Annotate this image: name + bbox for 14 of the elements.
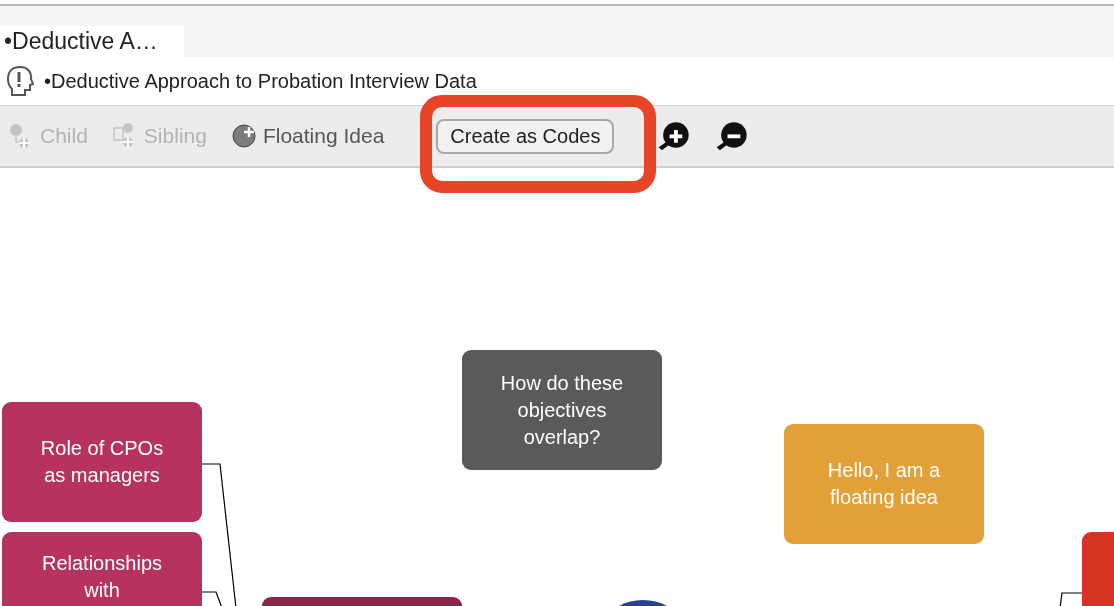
circle-plus-icon [230,122,257,150]
floating-tool-button[interactable]: Floating Idea [230,122,397,150]
map-title: •Deductive Approach to Probation Interview Data [44,69,477,93]
zoom-out-button[interactable] [716,121,749,151]
idea-node[interactable]: Relationships with [2,532,202,606]
zoom-out-icon [716,121,749,151]
idea-node[interactable]: How do these objectives overlap? [462,350,662,470]
zoom-in-button[interactable] [658,121,691,151]
head-exclamation-icon [4,65,34,97]
create-as-codes-button[interactable]: Create as Codes [436,118,615,154]
connector-line [1059,592,1083,606]
document-tab[interactable]: •Deductive A… [0,26,184,57]
zoom-in-icon [658,121,691,151]
idea-node[interactable]: Role of CPOs as managers [2,402,202,522]
